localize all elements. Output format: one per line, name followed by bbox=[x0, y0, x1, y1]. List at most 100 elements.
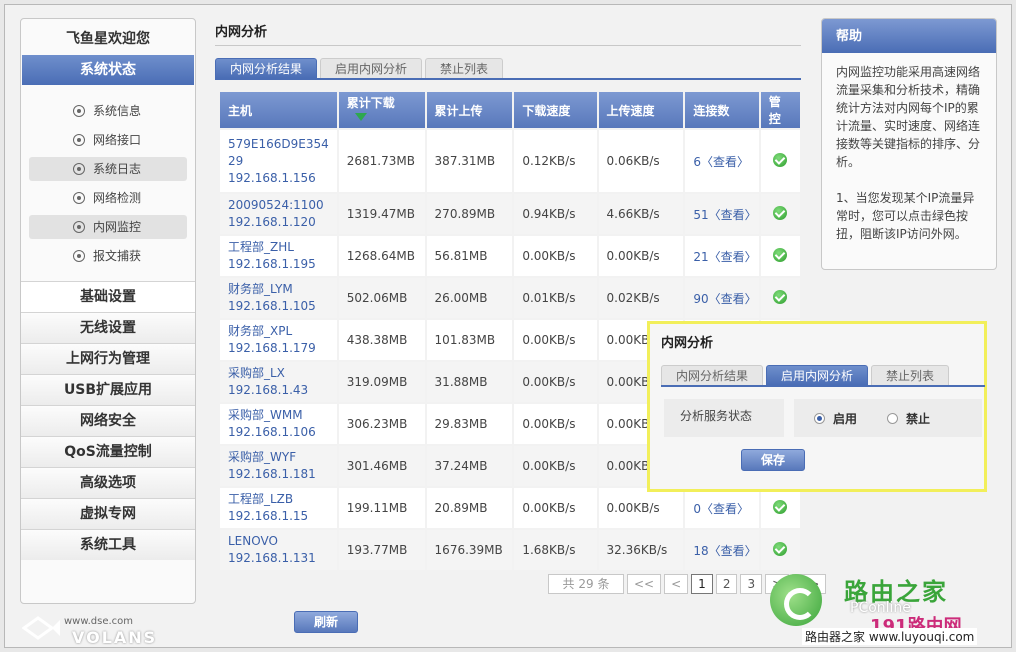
sidebar-group-basic-settings[interactable]: 基础设置 bbox=[21, 281, 195, 312]
host-cell[interactable]: 工程部_ZHL 192.168.1.195 bbox=[220, 236, 337, 276]
connections-link[interactable]: 51〈查看〉 bbox=[685, 194, 759, 234]
sidebar-item-network-interface[interactable]: 网络接口 bbox=[29, 128, 187, 152]
watermark-logo-icon bbox=[770, 574, 822, 626]
watermark-url: 路由器之家 www.luyouqi.com bbox=[802, 628, 978, 645]
control-cell bbox=[760, 530, 800, 570]
download-speed-cell: 0.00KB/s bbox=[514, 488, 597, 528]
upload-speed-cell: 4.66KB/s bbox=[598, 194, 684, 234]
connections-link[interactable]: 18〈查看〉 bbox=[685, 530, 759, 570]
sidebar: 飞鱼星欢迎您 系统状态 系统信息 网络接口 系统日志 网络检测 内网监控 报文捕… bbox=[20, 18, 196, 604]
connections-link[interactable]: 21〈查看〉 bbox=[685, 236, 759, 276]
fish-logo-icon bbox=[22, 616, 60, 640]
host-cell[interactable]: 采购部_WYF 192.168.1.181 bbox=[220, 446, 337, 486]
sidebar-section-system-status[interactable]: 系统状态 bbox=[22, 55, 194, 85]
block-toggle-icon[interactable] bbox=[772, 541, 787, 556]
upload-cell: 37.24MB bbox=[426, 446, 513, 486]
host-cell[interactable]: 20090524:1100 192.168.1.120 bbox=[220, 194, 337, 234]
col-host[interactable]: 主机 bbox=[220, 92, 337, 128]
radio-dot-icon bbox=[73, 192, 85, 204]
control-cell bbox=[760, 130, 800, 192]
watermark: 路由之家 PConline 191路由网 路由器之家 www.luyouqi.c… bbox=[770, 570, 1010, 650]
host-cell[interactable]: 工程部_LZB 192.168.1.15 bbox=[220, 488, 337, 528]
connections-link[interactable]: 0〈查看〉 bbox=[685, 488, 759, 528]
block-toggle-icon[interactable] bbox=[772, 289, 787, 304]
upload-cell: 101.83MB bbox=[426, 320, 513, 360]
radio-dot-icon bbox=[73, 163, 85, 175]
radio-disable[interactable]: 禁止 bbox=[887, 410, 930, 427]
sidebar-item-packet-capture[interactable]: 报文捕获 bbox=[29, 244, 187, 268]
upload-cell: 56.81MB bbox=[426, 236, 513, 276]
page-title: 内网分析 bbox=[215, 20, 801, 46]
download-speed-cell: 0.00KB/s bbox=[514, 404, 597, 444]
col-connections[interactable]: 连接数 bbox=[685, 92, 759, 128]
block-toggle-icon[interactable] bbox=[772, 205, 787, 220]
host-cell[interactable]: 财务部_XPL 192.168.1.179 bbox=[220, 320, 337, 360]
download-speed-cell: 0.01KB/s bbox=[514, 278, 597, 318]
upload-speed-cell: 0.02KB/s bbox=[598, 278, 684, 318]
inset-title: 内网分析 bbox=[661, 336, 714, 351]
save-button[interactable]: 保存 bbox=[741, 449, 805, 471]
sidebar-group-wireless[interactable]: 无线设置 bbox=[21, 312, 195, 343]
block-toggle-icon[interactable] bbox=[772, 247, 787, 262]
pagination-prev[interactable]: < bbox=[664, 574, 689, 594]
tab-enable-analysis[interactable]: 启用内网分析 bbox=[766, 365, 869, 385]
table-row: LENOVO 192.168.1.131 193.77MB 1676.39MB 1… bbox=[220, 530, 800, 570]
host-cell[interactable]: 采购部_LX 192.168.1.43 bbox=[220, 362, 337, 402]
col-download-speed[interactable]: 下载速度 bbox=[514, 92, 597, 128]
pagination-page-2[interactable]: 2 bbox=[715, 574, 738, 594]
radio-unchecked-icon bbox=[887, 412, 899, 424]
brand-logo: www.dse.com VOLANS bbox=[22, 610, 172, 647]
service-status-label: 分析服务状态 bbox=[664, 399, 784, 437]
host-cell[interactable]: LENOVO 192.168.1.131 bbox=[220, 530, 337, 570]
sidebar-item-system-log[interactable]: 系统日志 bbox=[29, 157, 187, 181]
connections-link[interactable]: 6〈查看〉 bbox=[685, 130, 759, 192]
upload-cell: 387.31MB bbox=[426, 130, 513, 192]
host-cell[interactable]: 579E166D9E354 29 192.168.1.156 bbox=[220, 130, 337, 192]
tab-analysis-results[interactable]: 内网分析结果 bbox=[215, 58, 318, 78]
host-cell[interactable]: 财务部_LYM 192.168.1.105 bbox=[220, 278, 337, 318]
download-cell: 301.46MB bbox=[338, 446, 425, 486]
col-total-upload[interactable]: 累计上传 bbox=[426, 92, 513, 128]
connections-link[interactable]: 90〈查看〉 bbox=[685, 278, 759, 318]
refresh-button[interactable]: 刷新 bbox=[294, 611, 358, 633]
pagination-page-3[interactable]: 3 bbox=[740, 574, 763, 594]
sidebar-group-usb[interactable]: USB扩展应用 bbox=[21, 374, 195, 405]
sidebar-group-security[interactable]: 网络安全 bbox=[21, 405, 195, 436]
service-status-row: 分析服务状态 启用 禁止 bbox=[664, 399, 982, 437]
inset-tab-bar: 内网分析结果 启用内网分析 禁止列表 bbox=[661, 365, 985, 387]
sidebar-group-behavior[interactable]: 上网行为管理 bbox=[21, 343, 195, 374]
download-cell: 1268.64MB bbox=[338, 236, 425, 276]
tab-enable-analysis[interactable]: 启用内网分析 bbox=[320, 58, 423, 78]
table-row: 工程部_LZB 192.168.1.15 199.11MB 20.89MB 0.0… bbox=[220, 488, 800, 528]
pagination-page-1[interactable]: 1 bbox=[691, 574, 713, 594]
block-toggle-icon[interactable] bbox=[772, 152, 787, 167]
col-control: 管控 bbox=[760, 92, 800, 128]
tab-block-list[interactable]: 禁止列表 bbox=[425, 58, 504, 78]
download-speed-cell: 0.00KB/s bbox=[514, 320, 597, 360]
upload-speed-cell: 0.00KB/s bbox=[598, 488, 684, 528]
tab-block-list[interactable]: 禁止列表 bbox=[871, 365, 950, 385]
tab-analysis-results[interactable]: 内网分析结果 bbox=[661, 365, 764, 385]
col-total-download[interactable]: 累计下载 bbox=[338, 92, 425, 128]
sidebar-group-tools[interactable]: 系统工具 bbox=[21, 529, 195, 560]
service-status-options: 启用 禁止 bbox=[794, 399, 982, 437]
block-toggle-icon[interactable] bbox=[772, 499, 787, 514]
upload-cell: 26.00MB bbox=[426, 278, 513, 318]
sidebar-group-vpn[interactable]: 虚拟专网 bbox=[21, 498, 195, 529]
table-header-row: 主机 累计下载 累计上传 下载速度 上传速度 连接数 管控 bbox=[220, 92, 800, 128]
radio-checked-icon bbox=[814, 412, 825, 424]
download-speed-cell: 0.12KB/s bbox=[514, 130, 597, 192]
download-cell: 199.11MB bbox=[338, 488, 425, 528]
radio-enable[interactable]: 启用 bbox=[814, 410, 857, 427]
pagination-first[interactable]: << bbox=[627, 574, 662, 594]
sidebar-item-network-check[interactable]: 网络检测 bbox=[29, 186, 187, 210]
host-cell[interactable]: 采购部_WMM 192.168.1.106 bbox=[220, 404, 337, 444]
upload-cell: 270.89MB bbox=[426, 194, 513, 234]
sidebar-item-system-info[interactable]: 系统信息 bbox=[29, 99, 187, 123]
download-speed-cell: 0.00KB/s bbox=[514, 236, 597, 276]
col-upload-speed[interactable]: 上传速度 bbox=[598, 92, 684, 128]
sidebar-group-advanced[interactable]: 高级选项 bbox=[21, 467, 195, 498]
upload-cell: 20.89MB bbox=[426, 488, 513, 528]
sidebar-item-lan-monitor[interactable]: 内网监控 bbox=[29, 215, 187, 239]
sidebar-group-qos[interactable]: QoS流量控制 bbox=[21, 436, 195, 467]
